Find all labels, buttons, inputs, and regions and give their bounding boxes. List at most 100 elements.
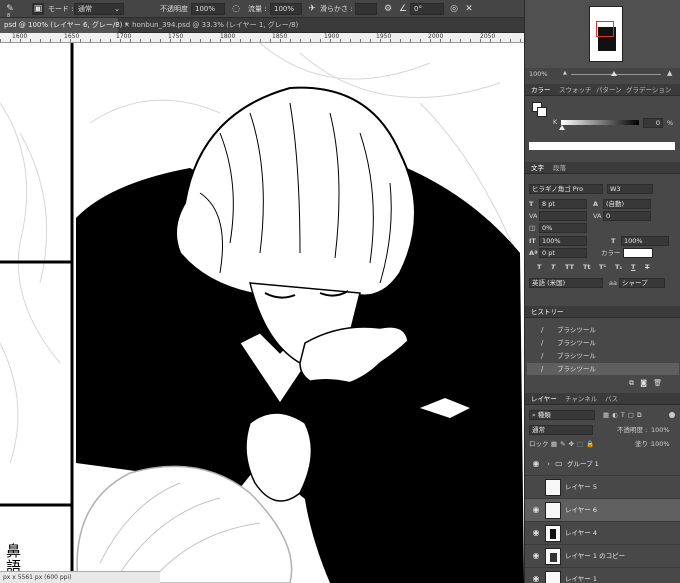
opacity-input[interactable]: 100%	[191, 3, 225, 15]
horizontal-scale-input[interactable]: 100%	[621, 236, 669, 246]
subscript-button[interactable]: T₁	[615, 262, 622, 272]
delete-trash-icon[interactable]: 🗑	[653, 379, 662, 387]
snapshot-camera-icon[interactable]: ◙	[640, 379, 647, 387]
horizontal-scale-value: 100%	[624, 237, 643, 245]
tab-color[interactable]: カラー	[531, 84, 551, 96]
color-ramp[interactable]	[529, 142, 675, 150]
history-item[interactable]: / ブラシツール	[527, 350, 679, 362]
layer-row[interactable]: ◉ レイヤー 1 のコピー	[525, 545, 680, 568]
character-hair	[175, 86, 416, 299]
layer-opacity-value[interactable]: 100%	[651, 425, 670, 435]
language-select[interactable]: 英語 (米国)	[529, 278, 603, 288]
airbrush-icon[interactable]: ✈	[306, 3, 318, 15]
layer-thumbnail	[545, 479, 561, 496]
background-color-swatch[interactable]	[537, 107, 547, 117]
brush-panel-toggle-icon[interactable]: ▣	[32, 3, 44, 15]
all-caps-button[interactable]: TT	[565, 262, 574, 272]
layer-filter-select[interactable]: ⌕ 種類	[529, 410, 595, 420]
fill-value[interactable]: 100%	[651, 439, 670, 449]
visibility-eye-icon[interactable]: ◉	[531, 552, 541, 560]
layer-list: ◉ › ▭ グループ 1 レイヤー 5 ◉ レイヤー 6 ◉ レイヤー 4 ◉ …	[525, 453, 680, 583]
pressure-size-icon[interactable]: ◎	[448, 3, 460, 15]
font-family-select[interactable]: ヒラギノ角ゴ Pro	[529, 184, 603, 194]
filter-kind-value: 種類	[537, 411, 551, 419]
text-color-swatch[interactable]	[623, 248, 653, 258]
navigator-thumbnail[interactable]	[589, 6, 623, 62]
underline-button[interactable]: T	[631, 262, 635, 272]
layer-row[interactable]: ◉ レイヤー 1	[525, 568, 680, 583]
tab-patterns[interactable]: パターン	[596, 84, 622, 96]
navigator-zoom-value: 100%	[529, 70, 548, 78]
tab-channels[interactable]: チャンネル	[565, 393, 597, 405]
document-canvas[interactable]: 鼻 語	[0, 43, 524, 583]
history-item[interactable]: / ブラシツール	[527, 324, 679, 336]
zoom-out-icon[interactable]: ▲	[563, 68, 567, 78]
navigator-view-box[interactable]	[596, 21, 614, 37]
leading-input[interactable]: (自動)	[603, 199, 651, 209]
horizontal-ruler[interactable]: 1600 1650 1700 1750 1800 1850 1900 1950 …	[0, 33, 524, 43]
zoom-in-icon[interactable]: ▲	[667, 68, 672, 78]
tab-character[interactable]: 文字	[531, 162, 544, 174]
mode-select[interactable]: 通常 ⌄	[74, 3, 124, 15]
faux-italic-button[interactable]: T	[551, 262, 555, 272]
font-style-select[interactable]: W3	[607, 184, 653, 194]
tab-history[interactable]: ヒストリー	[531, 306, 564, 318]
pressure-opacity-icon[interactable]: ◌	[230, 3, 242, 15]
tab-paragraph[interactable]: 段落	[553, 162, 566, 174]
symmetry-butterfly-icon[interactable]: ✕	[463, 3, 475, 15]
zoom-slider-handle[interactable]	[611, 71, 617, 76]
layer-opacity-label: 不透明度 :	[617, 426, 648, 434]
layer-row-group-1[interactable]: ◉ › ▭ グループ 1	[525, 453, 680, 476]
smoothing-options-gear-icon[interactable]: ⚙	[382, 3, 394, 15]
kerning-input[interactable]	[539, 211, 587, 221]
type-style-buttons: T T TT Tt T¹ T₁ T T	[529, 262, 679, 272]
antialias-select[interactable]: シャープ	[619, 278, 665, 288]
visibility-eye-icon[interactable]: ◉	[531, 460, 541, 468]
language-value: 英語 (米国)	[532, 279, 566, 287]
visibility-eye-icon[interactable]: ◉	[531, 575, 541, 583]
small-caps-button[interactable]: Tt	[583, 262, 591, 272]
chevron-right-icon[interactable]: ›	[547, 460, 550, 468]
tab-gradients[interactable]: グラデーション	[626, 84, 671, 96]
tab-layers[interactable]: レイヤー	[531, 393, 557, 405]
baseline-input[interactable]: 0 pt	[539, 248, 587, 258]
layer-row[interactable]: レイヤー 5	[525, 476, 680, 499]
history-item[interactable]: / ブラシツール	[527, 337, 679, 349]
blend-mode-value: 通常	[532, 426, 545, 434]
strikethrough-button[interactable]: T	[645, 262, 649, 272]
tab-current-document[interactable]: psd @ 100% (レイヤー 6, グレー/8) *	[0, 18, 128, 33]
brush-icon: /	[541, 365, 544, 373]
smoothing-input[interactable]	[355, 3, 377, 15]
layer-filter-icons[interactable]: ▦◐T▢⧉	[603, 410, 645, 420]
layer-row[interactable]: ◉ レイヤー 4	[525, 522, 680, 545]
tracking-input[interactable]: 0	[603, 211, 651, 221]
lock-label: ロック :	[529, 440, 553, 448]
font-size-icon: T	[529, 200, 534, 208]
color-panel: K 0 %	[525, 96, 680, 158]
vertical-scale-input[interactable]: 100%	[539, 236, 587, 246]
k-value-input[interactable]: 0	[643, 118, 663, 128]
close-icon[interactable]: ×	[124, 21, 132, 29]
font-size-input[interactable]: 8 pt	[539, 199, 587, 209]
visibility-eye-icon[interactable]: ◉	[531, 529, 541, 537]
faux-bold-button[interactable]: T	[537, 262, 541, 272]
layer-row-selected[interactable]: ◉ レイヤー 6	[525, 499, 680, 522]
brush-icon: /	[541, 339, 544, 347]
superscript-button[interactable]: T¹	[599, 262, 606, 272]
k-slider-handle[interactable]	[559, 125, 565, 130]
lock-icons[interactable]: ▦✎✥⬚🔒	[551, 439, 597, 449]
flow-input[interactable]: 100%	[270, 3, 302, 15]
filter-toggle[interactable]	[669, 412, 675, 418]
k-channel-slider[interactable]	[561, 120, 639, 125]
tab-swatches[interactable]: スウォッチ	[559, 84, 592, 96]
angle-input[interactable]: 0°	[410, 3, 444, 15]
tsume-input[interactable]: 0%	[539, 223, 587, 233]
history-item-current[interactable]: / ブラシツール	[527, 363, 679, 375]
blend-mode-select[interactable]: 通常	[529, 425, 593, 435]
tab-honbun-document[interactable]: × honbun_394.psd @ 33.3% (レイヤー 1, グレー/8)	[120, 18, 298, 33]
visibility-eye-icon[interactable]	[531, 483, 541, 491]
mode-label: モード :	[48, 5, 74, 13]
visibility-eye-icon[interactable]: ◉	[531, 506, 541, 514]
tab-paths[interactable]: パス	[605, 393, 618, 405]
new-document-from-state-icon[interactable]: ⧉	[629, 379, 634, 387]
